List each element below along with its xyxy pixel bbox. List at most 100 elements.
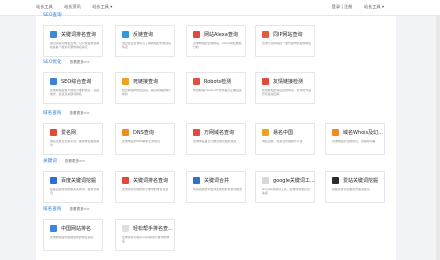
tool-card[interactable]: 爱名网域名注册及交易平台，提供域名相关服务 bbox=[43, 123, 103, 155]
tool-description: 查询与该网站同一服务器IP的其他网站 bbox=[262, 42, 311, 45]
tool-logo-icon bbox=[50, 78, 57, 85]
tool-description: 挖掘关键词及相关长尾关键词 bbox=[332, 188, 370, 191]
tool-description: 将多组关键词合并生成新的关键词组合 bbox=[193, 188, 243, 191]
tool-description: 查询域名的DNS解析记录信息 bbox=[122, 140, 161, 143]
tool-name[interactable]: 爱名网 bbox=[61, 129, 103, 136]
nav-link-tools[interactable]: 站长工具 ▾ bbox=[92, 4, 112, 9]
tool-card[interactable]: DNS查询查询域名的DNS解析记录信息 bbox=[115, 123, 175, 155]
tool-logo-icon bbox=[262, 31, 269, 38]
section-header: 排名查询 查看更多>> bbox=[43, 206, 90, 213]
section-header: SEO优化 查看更多>> bbox=[43, 59, 90, 66]
view-more-link[interactable]: 查看更多>> bbox=[70, 60, 90, 65]
tool-name[interactable]: 友情链接检测 bbox=[273, 78, 315, 85]
tool-card[interactable]: 域名Whois及幻... 查询域名的注册信息、到期时间等 bbox=[325, 123, 385, 155]
tool-logo-icon bbox=[262, 78, 269, 85]
tool-name[interactable]: 百度关键词挖掘 bbox=[61, 177, 103, 184]
tool-name[interactable]: Robots检测 bbox=[204, 78, 246, 85]
tool-logo-icon bbox=[50, 177, 57, 184]
tool-name[interactable]: SEO综合查询 bbox=[61, 78, 103, 85]
section-header: SEO查询 bbox=[43, 12, 62, 18]
tool-name[interactable]: 关键词排名查询 bbox=[133, 177, 175, 184]
section-title[interactable]: 排名查询 bbox=[43, 206, 61, 212]
tool-card[interactable]: 中国网站排名查询网站在中国网站中的排名情况 bbox=[43, 219, 103, 251]
vertical-scrollbar[interactable] bbox=[436, 16, 440, 260]
tool-name[interactable]: 网站Alexa查询 bbox=[204, 31, 246, 38]
tool-logo-icon bbox=[122, 129, 129, 136]
tool-card[interactable]: 百度关键词挖掘挖掘百度搜索的相关关键词，提供长尾词 bbox=[43, 171, 103, 203]
tool-description: 查询网站在中国网站中的排名情况 bbox=[50, 236, 94, 239]
tool-name[interactable]: 关键词合并 bbox=[204, 177, 246, 184]
tool-name[interactable]: 爱站关键词挖掘 bbox=[343, 177, 385, 184]
tool-name[interactable]: DNS查询 bbox=[133, 129, 175, 136]
tool-logo-icon bbox=[332, 129, 339, 136]
tool-logo-icon bbox=[122, 78, 129, 85]
tool-description: 域名注册、交易及管理服务平台 bbox=[262, 140, 303, 143]
tool-logo-icon bbox=[332, 177, 339, 184]
tool-logo-icon bbox=[122, 31, 129, 38]
nav-link-home[interactable]: 站长工具 bbox=[36, 4, 53, 9]
tool-description: 通过关键词排名查询，可以快速找到网站在各个搜索引擎的排名情况 bbox=[50, 42, 100, 49]
tool-description: 挖掘百度搜索的相关关键词，提供长尾词 bbox=[50, 188, 100, 195]
tool-card[interactable]: 轻松帮手排名查... 查询关键词在google搜索引擎中的排名 bbox=[115, 219, 175, 251]
tool-description: 检测网站友情链接的情况，查询对方是否有链接回来 bbox=[262, 89, 312, 96]
tool-logo-icon bbox=[50, 225, 57, 232]
section-title[interactable]: 域名查询 bbox=[43, 110, 61, 116]
tool-logo-icon bbox=[262, 177, 269, 184]
tool-description: 查询域名是否已被注册及相关信息 bbox=[193, 140, 237, 143]
top-nav-right: 登录 | 注册 站长工具 ▾ bbox=[332, 4, 394, 10]
tool-logo-icon bbox=[193, 177, 200, 184]
tool-card[interactable]: google关键词工... Google关键词工具，查询搜索量及竞争度 bbox=[255, 171, 315, 203]
tool-name[interactable]: 关键词排名查询 bbox=[61, 31, 103, 38]
tool-card[interactable]: 死链接查询检查网站中的死链接，提高网站的用户体验 bbox=[115, 72, 175, 104]
tool-card[interactable]: SEO综合查询查询网站在各大搜索引擎的信息，包括收录、反链及关键词排名 bbox=[43, 72, 103, 104]
tool-name[interactable]: 域名Whois及幻... bbox=[343, 129, 385, 136]
tool-name[interactable]: google关键词工... bbox=[273, 177, 315, 184]
tool-description: Google关键词工具，查询搜索量及竞争度 bbox=[262, 188, 310, 195]
tool-card[interactable]: 网站Alexa查询查询网站的全球排名，Alexa排名数据分析 bbox=[186, 25, 246, 57]
section-title[interactable]: SEO优化 bbox=[43, 59, 62, 65]
section-header: 域名查询 查看更多>> bbox=[43, 110, 90, 117]
tool-description: 查询关键词在搜索引擎中的排名位置 bbox=[122, 188, 169, 191]
tool-card[interactable]: 关键词排名查询通过关键词排名查询，可以快速找到网站在各个搜索引擎的排名情况 bbox=[43, 25, 103, 57]
section-title[interactable]: 关键词 bbox=[43, 158, 57, 164]
login-register-link[interactable]: 登录 | 注册 bbox=[332, 4, 353, 9]
tool-name[interactable]: 轻松帮手排名查... bbox=[133, 225, 175, 232]
tool-logo-icon bbox=[122, 177, 129, 184]
tool-description: 查询网站在各大搜索引擎的信息，包括收录、反链及关键词排名 bbox=[50, 89, 100, 96]
tool-description: 查询关键词在google搜索引擎中的排名 bbox=[122, 236, 170, 243]
tool-logo-icon bbox=[50, 129, 57, 136]
tool-logo-icon bbox=[193, 78, 200, 85]
tool-logo-icon bbox=[193, 129, 200, 136]
nav-link-news[interactable]: 站长资讯 bbox=[64, 4, 81, 9]
view-more-link[interactable]: 查看更多>> bbox=[65, 159, 85, 164]
section-title[interactable]: SEO查询 bbox=[43, 12, 62, 18]
tool-name[interactable]: 易名中国 bbox=[273, 129, 315, 136]
tool-description: 查询网站的全球排名，Alexa排名数据分析 bbox=[193, 42, 242, 49]
top-navigation-bar: 站长工具 站长资讯 站长工具 ▾ 登录 | 注册 站长工具 ▾ bbox=[0, 0, 440, 16]
tool-description: 检查网站中的死链接，提高网站的用户体验 bbox=[122, 89, 172, 96]
tool-name[interactable]: 反链查询 bbox=[133, 31, 175, 38]
tool-card[interactable]: 易名中国域名注册、交易及管理服务平台 bbox=[255, 123, 315, 155]
section-header: 关键词 查看更多>> bbox=[43, 158, 85, 165]
tool-card[interactable]: 同IP网站查询查询与该网站同一服务器IP的其他网站 bbox=[255, 25, 315, 57]
tool-description: 域名注册及交易平台，提供域名相关服务 bbox=[50, 140, 100, 147]
tool-logo-icon bbox=[262, 129, 269, 136]
tool-description: 检测网站robots.txt文件是否正确设置 bbox=[193, 89, 242, 92]
tool-name[interactable]: 万网域名查询 bbox=[204, 129, 246, 136]
tool-card[interactable]: 万网域名查询查询域名是否已被注册及相关信息 bbox=[186, 123, 246, 155]
tool-name[interactable]: 死链接查询 bbox=[133, 78, 175, 85]
tool-card[interactable]: Robots检测检测网站robots.txt文件是否正确设置 bbox=[186, 72, 246, 104]
tool-card[interactable]: 关键词排名查询查询关键词在搜索引擎中的排名位置 bbox=[115, 171, 175, 203]
tool-name[interactable]: 中国网站排名 bbox=[61, 225, 103, 232]
tool-name[interactable]: 同IP网站查询 bbox=[273, 31, 315, 38]
view-more-link[interactable]: 查看更多>> bbox=[69, 111, 89, 116]
tool-card[interactable]: 反链查询通过反链查询可以了解网站的外部链接情况 bbox=[115, 25, 175, 57]
tool-card[interactable]: 关键词合并将多组关键词合并生成新的关键词组合 bbox=[186, 171, 246, 203]
tool-description: 查询域名的注册信息、到期时间等 bbox=[332, 140, 376, 143]
view-more-link[interactable]: 查看更多>> bbox=[69, 207, 89, 212]
nav-link-tools-menu[interactable]: 站长工具 ▾ bbox=[364, 4, 384, 9]
tool-description: 通过反链查询可以了解网站的外部链接情况 bbox=[122, 42, 172, 49]
tool-card[interactable]: 爱站关键词挖掘挖掘关键词及相关长尾关键词 bbox=[325, 171, 385, 203]
tool-card[interactable]: 友情链接检测检测网站友情链接的情况，查询对方是否有链接回来 bbox=[255, 72, 315, 104]
tool-logo-icon bbox=[122, 225, 129, 232]
